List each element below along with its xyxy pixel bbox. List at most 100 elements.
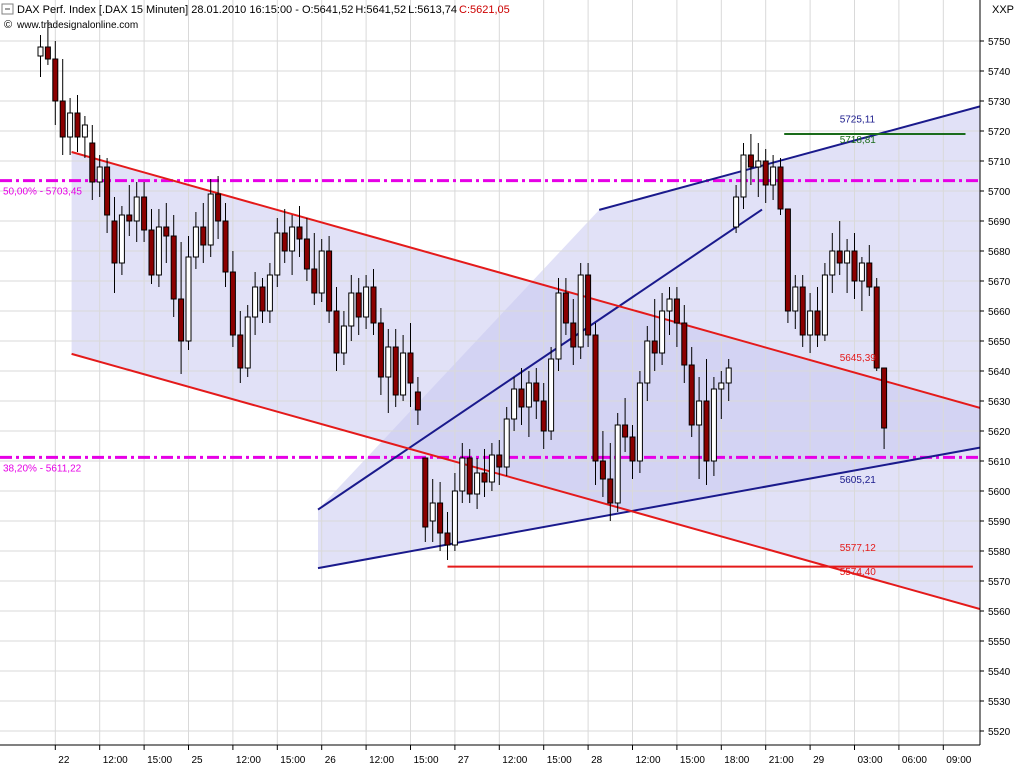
y-tick-label: 5720: [988, 127, 1011, 138]
candle-body-down: [44, 46, 51, 60]
candle-body-down: [799, 286, 806, 336]
candle-body-up: [503, 418, 510, 468]
price-annotation: 5645,39: [840, 353, 877, 364]
candle-body-up: [858, 262, 865, 282]
y-tick-label: 5660: [988, 307, 1011, 318]
y-axis: 5750 5740 5730 5720 5710 5700 5690 5680 5670 5660…: [979, 0, 1024, 768]
y-tick-label: 5590: [988, 517, 1011, 528]
candle-body-up: [118, 214, 125, 264]
candle-body-down: [496, 454, 503, 468]
y-tick-label: 5550: [988, 637, 1011, 648]
candle-body-down: [622, 424, 629, 438]
x-tick-label: 26: [325, 755, 337, 766]
candle-body-up: [244, 316, 251, 369]
candle-body-down: [585, 274, 592, 336]
y-tick-label: 5530: [988, 697, 1011, 708]
copyright-icon: ©: [4, 19, 12, 31]
candle-body-down: [784, 208, 791, 312]
candle-body-up: [348, 292, 355, 327]
y-tick-label: 5740: [988, 67, 1011, 78]
x-tick-label: 15:00: [147, 755, 172, 766]
candle-body-down: [326, 250, 333, 312]
candle-body-down: [851, 250, 858, 282]
candle-body-up: [710, 388, 717, 462]
candle-body-up: [829, 250, 836, 276]
candle-body-down: [673, 298, 680, 324]
candle-body-down: [215, 193, 222, 222]
candle-body-down: [866, 262, 873, 288]
candle-body-down: [481, 472, 488, 483]
candle-body-down: [518, 388, 525, 408]
candle-body-down: [89, 142, 96, 183]
candle-body-down: [355, 292, 362, 318]
candle-body-down: [200, 226, 207, 246]
candle-body-up: [733, 196, 740, 228]
y-tick-label: 5640: [988, 367, 1011, 378]
candle-body-down: [148, 229, 155, 276]
price-annotation: 5577,12: [840, 543, 877, 554]
candle-body-down: [836, 250, 843, 264]
candle-body-up: [363, 286, 370, 318]
header-open: O:5641,52: [302, 4, 353, 16]
y-tick-label: 5600: [988, 487, 1011, 498]
candle-body-up: [252, 286, 259, 318]
candle-body-up: [207, 193, 214, 246]
y-tick-label: 5520: [988, 727, 1011, 738]
symbol-label: XXP: [992, 4, 1014, 16]
candle-body-up: [807, 310, 814, 336]
x-tick-label: 25: [192, 755, 204, 766]
y-tick-label: 5650: [988, 337, 1011, 348]
candle-body-up: [511, 388, 518, 420]
x-tick-label: 22: [58, 755, 70, 766]
candle-body-up: [659, 310, 666, 354]
candle-body-up: [525, 382, 532, 408]
candle-body-up: [185, 256, 192, 342]
y-tick-label: 5580: [988, 547, 1011, 558]
price-annotation: 5574,40: [840, 567, 877, 578]
candle-body-down: [178, 298, 185, 342]
x-tick-label: 12:00: [502, 755, 527, 766]
candle-body-down: [814, 310, 821, 336]
candle-body-down: [629, 436, 636, 462]
source-label: www.tradesignalonline.com: [16, 20, 138, 31]
fib-level-label: 50,00% - 5703,45: [3, 187, 82, 198]
candle-body-up: [274, 232, 281, 276]
x-tick-label: 29: [813, 755, 825, 766]
candle-body-up: [81, 124, 88, 138]
candle-body-down: [370, 286, 377, 324]
candle-body-down: [762, 160, 769, 186]
candle-body-up: [459, 457, 466, 492]
candle-body-down: [570, 322, 577, 348]
x-tick-label: 09:00: [946, 755, 971, 766]
x-tick-label: 12:00: [636, 755, 661, 766]
candle-body-down: [747, 154, 754, 168]
candle-body-down: [52, 58, 59, 102]
candle-body-up: [96, 166, 103, 183]
price-annotation: 5725,11: [840, 115, 876, 126]
y-tick-label: 5710: [988, 157, 1011, 168]
candle-body-down: [407, 352, 414, 384]
candle-body-up: [192, 226, 199, 258]
candle-body-up: [318, 250, 325, 294]
candle-body-up: [67, 112, 74, 138]
candle-body-down: [104, 166, 111, 216]
candle-body-up: [474, 472, 481, 495]
candle-body-down: [170, 235, 177, 300]
x-tick-label: 27: [458, 755, 470, 766]
y-tick-label: 5670: [988, 277, 1011, 288]
candle-body-down: [540, 400, 547, 432]
x-tick-label: 28: [591, 755, 603, 766]
candle-body-up: [844, 250, 851, 264]
candle-body-up: [755, 160, 762, 168]
x-tick-label: 06:00: [902, 755, 927, 766]
candle-body-up: [740, 154, 747, 198]
x-tick-label: 21:00: [769, 755, 794, 766]
candle-body-up: [155, 226, 162, 276]
candle-body-up: [400, 352, 407, 396]
y-tick-label: 5540: [988, 667, 1011, 678]
x-tick-label: 12:00: [369, 755, 394, 766]
candle-body-down: [303, 238, 310, 270]
candle-body-down: [414, 391, 421, 411]
candle-body-down: [703, 400, 710, 462]
price-annotation: 5718,81: [840, 135, 877, 146]
